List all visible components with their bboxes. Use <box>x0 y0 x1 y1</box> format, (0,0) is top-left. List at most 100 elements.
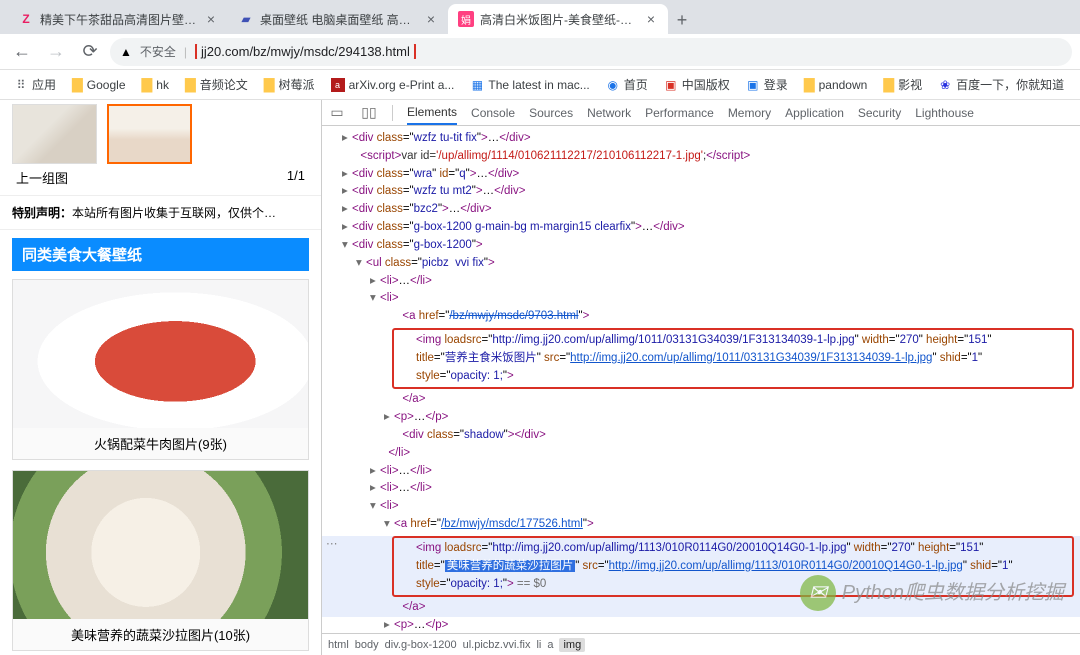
reload-button[interactable]: ⟳ <box>76 38 104 66</box>
thumbnail-row <box>0 100 321 164</box>
site-icon: ❀ <box>938 78 952 92</box>
insecure-label: 不安全 <box>140 43 176 60</box>
bookmark-label: 影视 <box>898 76 922 93</box>
devtools-elements-tree[interactable]: ▸<div class="wzfz tu-tit fix">…</div> <s… <box>322 126 1080 633</box>
devtools-toolbar: ▭ ▯▯ Elements Console Sources Network Pe… <box>322 100 1080 126</box>
forward-button[interactable]: → <box>42 38 70 66</box>
bookmark-folder[interactable]: ▇ pandown <box>798 73 874 96</box>
bookmark-label: The latest in mac... <box>488 78 589 92</box>
close-icon[interactable]: × <box>424 12 438 26</box>
devtools-breadcrumbs[interactable]: html body div.g-box-1200 ul.picbz.vvi.fi… <box>322 633 1080 655</box>
bookmark-folder[interactable]: ▇树莓派 <box>258 73 321 96</box>
bookmark-folder[interactable]: ▇影视 <box>877 73 928 96</box>
devtools-tab-sources[interactable]: Sources <box>529 106 573 120</box>
bookmarks-bar: ⠿应用 ▇Google ▇hk ▇音频论文 ▇树莓派 aarXiv.org e-… <box>0 70 1080 100</box>
devtools-tab-security[interactable]: Security <box>858 106 901 120</box>
site-icon: ▣ <box>746 78 760 92</box>
bookmark-item[interactable]: aarXiv.org e-Print a... <box>325 75 461 95</box>
crumb[interactable]: body <box>355 639 379 651</box>
bookmark-folder[interactable]: ▇hk <box>136 73 175 96</box>
site-icon: ◉ <box>606 78 620 92</box>
bookmark-label: 音频论文 <box>200 76 248 93</box>
card-image <box>13 471 308 619</box>
site-icon: ▦ <box>470 78 484 92</box>
folder-icon: ▇ <box>185 76 196 93</box>
divider: | <box>184 45 187 59</box>
bookmark-folder[interactable]: ▇ Google <box>66 73 131 96</box>
crumb[interactable]: html <box>328 639 349 651</box>
tab-favicon: Z <box>18 11 34 27</box>
highlight-box-1: <img loadsrc="http://img.jj20.com/up/all… <box>392 328 1074 389</box>
notice-body: 本站所有图片收集于互联网，仅供个… <box>72 206 276 220</box>
insecure-icon: ▲ <box>120 45 132 59</box>
devtools-tab-lighthouse[interactable]: Lighthouse <box>915 106 974 120</box>
bookmark-label: 百度一下，你就知道 <box>956 76 1064 93</box>
bookmark-label: pandown <box>819 78 868 92</box>
content-area: 上一组图 1/1 特别声明：本站所有图片收集于互联网，仅供个… 同类美食大餐壁纸… <box>0 100 1080 655</box>
apps-icon: ⠿ <box>14 78 28 92</box>
browser-tab-2[interactable]: 娟 高清白米饭图片-美食壁纸-高清… × <box>448 4 668 34</box>
bookmark-label: 树莓派 <box>279 76 315 93</box>
devtools-tab-memory[interactable]: Memory <box>728 106 771 120</box>
devtools-pane: ▭ ▯▯ Elements Console Sources Network Pe… <box>322 100 1080 655</box>
address-bar[interactable]: ▲ 不安全 | jj20.com/bz/mwjy/msdc/294138.htm… <box>110 38 1072 66</box>
site-icon: a <box>331 78 345 92</box>
browser-tab-0[interactable]: Z 精美下午茶甜品高清图片壁纸-Z… × <box>8 4 228 34</box>
bookmark-item[interactable]: ▣ 登录 <box>740 73 794 96</box>
crumb[interactable]: a <box>547 639 553 651</box>
bookmark-item[interactable]: ▦ The latest in mac... <box>464 75 595 95</box>
page-indicator: 1/1 <box>287 168 305 187</box>
devtools-tab-network[interactable]: Network <box>587 106 631 120</box>
bookmark-label: 中国版权 <box>682 76 730 93</box>
card-image <box>13 280 308 428</box>
device-toggle-icon[interactable]: ▯▯ <box>360 104 378 121</box>
highlight-box-2: <img loadsrc="http://img.jj20.com/up/all… <box>392 536 1074 597</box>
notice-text: 特别声明：本站所有图片收集于互联网，仅供个… <box>0 195 321 230</box>
tab-title: 高清白米饭图片-美食壁纸-高清… <box>480 11 638 28</box>
bookmark-label: 登录 <box>764 76 788 93</box>
browser-tab-1[interactable]: ▰ 桌面壁纸 电脑桌面壁纸 高清壁纸… × <box>228 4 448 34</box>
crumb[interactable]: ul.picbz.vvi.fix <box>463 639 531 651</box>
tab-favicon: ▰ <box>238 11 254 27</box>
prev-group-link[interactable]: 上一组图 <box>16 168 68 187</box>
bookmark-label: 首页 <box>624 76 648 93</box>
inspect-icon[interactable]: ▭ <box>328 104 346 121</box>
caption-row: 上一组图 1/1 <box>0 164 321 195</box>
thumbnail[interactable] <box>12 104 97 164</box>
divider <box>392 105 393 121</box>
close-icon[interactable]: × <box>644 12 658 26</box>
notice-prefix: 特别声明： <box>12 206 72 220</box>
bookmark-folder[interactable]: ▇音频论文 <box>179 73 254 96</box>
devtools-tab-performance[interactable]: Performance <box>645 106 714 120</box>
crumb-selected[interactable]: img <box>559 638 585 652</box>
bookmark-label: Google <box>87 78 126 92</box>
bookmark-item[interactable]: ▣ 中国版权 <box>658 73 736 96</box>
related-card[interactable]: 美味营养的蔬菜沙拉图片(10张) <box>12 470 309 651</box>
card-caption: 火锅配菜牛肉图片(9张) <box>13 428 308 459</box>
thumbnail-selected[interactable] <box>107 104 192 164</box>
devtools-tab-console[interactable]: Console <box>471 106 515 120</box>
bookmark-item[interactable]: ◉ 首页 <box>600 73 654 96</box>
tab-title: 桌面壁纸 电脑桌面壁纸 高清壁纸… <box>260 11 418 28</box>
bookmark-label: hk <box>156 78 169 92</box>
browser-tabs-bar: Z 精美下午茶甜品高清图片壁纸-Z… × ▰ 桌面壁纸 电脑桌面壁纸 高清壁纸…… <box>0 0 1080 34</box>
related-card[interactable]: 火锅配菜牛肉图片(9张) <box>12 279 309 460</box>
bookmark-item[interactable]: ❀ 百度一下，你就知道 <box>932 73 1070 96</box>
devtools-tab-application[interactable]: Application <box>785 106 844 120</box>
folder-icon: ▇ <box>804 76 815 93</box>
folder-icon: ▇ <box>72 76 83 93</box>
folder-icon: ▇ <box>142 76 153 93</box>
back-button[interactable]: ← <box>8 38 36 66</box>
card-caption: 美味营养的蔬菜沙拉图片(10张) <box>13 619 308 650</box>
url-text: jj20.com/bz/mwjy/msdc/294138.html <box>195 44 1062 59</box>
new-tab-button[interactable]: + <box>668 6 696 34</box>
crumb[interactable]: li <box>536 639 541 651</box>
folder-icon: ▇ <box>883 76 894 93</box>
apps-button[interactable]: ⠿ 应用 <box>8 73 62 96</box>
page-left-pane: 上一组图 1/1 特别声明：本站所有图片收集于互联网，仅供个… 同类美食大餐壁纸… <box>0 100 322 655</box>
devtools-tab-elements[interactable]: Elements <box>407 105 457 125</box>
site-icon: ▣ <box>664 78 678 92</box>
crumb[interactable]: div.g-box-1200 <box>385 639 457 651</box>
apps-label: 应用 <box>32 76 56 93</box>
close-icon[interactable]: × <box>204 12 218 26</box>
